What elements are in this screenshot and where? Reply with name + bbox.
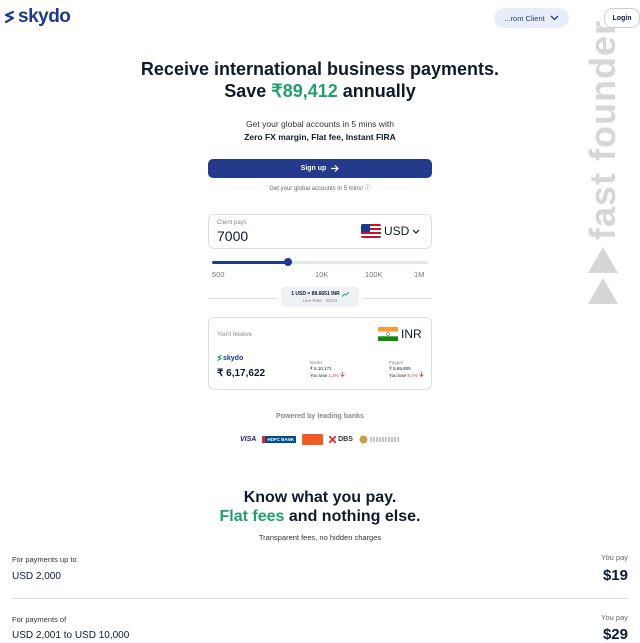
partner-bank-logo: [302, 433, 324, 445]
us-flag-icon: [361, 224, 381, 238]
powered-by-title: Powered by leading banks: [276, 413, 364, 420]
fee-divider: [12, 598, 628, 599]
chevron-down-icon: [550, 15, 559, 21]
hdfc-logo: HDFC BANK: [262, 435, 297, 443]
fees-subtitle: Transparent fees, no hidden charges: [258, 533, 382, 542]
slider-tick: 1M: [414, 270, 425, 279]
rate-divider-right: [362, 298, 432, 299]
amount-slider-handle[interactable]: [284, 258, 292, 266]
skydo-brand-text: skydo: [223, 354, 244, 362]
arrow-down-icon: [419, 372, 424, 378]
fee-pay-label: You pay: [601, 613, 628, 622]
partner-logos: VISA HDFC BANK DBS: [240, 432, 400, 446]
fee-pay-value: $29: [602, 626, 628, 643]
fees-title-green: Flat fees: [219, 508, 285, 525]
hero-sub-line1: Get your global accounts in 5 mins with: [246, 119, 394, 129]
bank-comparison: Banks ₹ 6,10,171 You lose 1.2%: [310, 360, 345, 379]
logo-text: skydo: [18, 6, 71, 27]
hero-title-line1: Receive international business payments.: [140, 59, 500, 79]
hero-title-line2: Save ₹89,412 annually: [0, 80, 640, 102]
exchange-rate-time: Live Rate · 09:03: [302, 298, 338, 303]
fee-row-range: USD 2,000: [12, 571, 61, 582]
hero-sub-line2: Zero FX margin, Flat fee, Instant FIRA: [244, 132, 396, 142]
arrow-down-icon: [340, 372, 345, 378]
visa-logo: VISA: [240, 435, 257, 443]
arrow-right-icon: [331, 165, 340, 172]
india-flag-icon: [378, 327, 398, 341]
exchange-rate-badge: 1 USD = 88.6651 INR Live Rate · 09:03: [281, 287, 359, 307]
skydo-brand-small: skydo: [217, 354, 243, 362]
fee-row-label: For payments of: [12, 615, 67, 624]
signup-button[interactable]: Sign up: [208, 159, 432, 178]
chevron-down-icon: [412, 229, 420, 234]
bank-loss: You lose 1.2%: [310, 372, 345, 379]
fees-title-rest: and nothing else.: [288, 508, 421, 525]
slider-tick: 10K: [315, 270, 329, 279]
fees-title: Know what you pay. Flat fees and nothing…: [0, 488, 640, 526]
source-currency-select[interactable]: USD: [361, 224, 420, 238]
target-currency: INR: [378, 327, 422, 341]
dbs-logo: DBS: [329, 435, 353, 443]
hero-subtitle: Get your global accounts in 5 mins with …: [0, 118, 640, 144]
slider-tick: 500: [212, 270, 225, 279]
skydo-logo-icon: [4, 10, 15, 24]
receive-label: You'll receive: [217, 332, 252, 338]
exchange-rate-text: 1 USD = 88.6651 INR: [291, 291, 340, 297]
skydo-receive-amount: ₹ 6,17,622: [217, 368, 266, 379]
client-pays-input[interactable]: 7000: [217, 228, 248, 244]
fees-title-line1: Know what you pay.: [243, 489, 397, 506]
paypal-loss: You lose 8.7%: [389, 372, 424, 379]
client-type-label: ...rom Client: [504, 13, 545, 23]
source-currency-code: USD: [384, 224, 410, 238]
skydo-logo-icon: [217, 355, 222, 361]
fee-row-label: For payments up to: [12, 555, 77, 564]
target-currency-code: INR: [401, 327, 422, 341]
fee-pay-value: $19: [602, 567, 628, 584]
hero-save: Save: [224, 81, 267, 101]
hero-title: Receive international business payments.…: [0, 58, 640, 102]
slider-tick: 100K: [365, 270, 383, 279]
amount-slider-fill: [212, 261, 288, 264]
client-pays-label: Client pays: [217, 220, 247, 226]
client-type-dropdown[interactable]: ...rom Client: [494, 8, 569, 28]
signup-hint: Get your global accounts in 5 mins! ⓘ: [269, 186, 371, 192]
paypal-comparison: Paypal ₹ 5,65,805 You lose 8.7%: [389, 360, 424, 379]
fees-title-line2: Flat fees and nothing else.: [0, 507, 640, 526]
watermark-triangle-bottom: [588, 278, 618, 304]
trend-up-icon: [341, 291, 349, 297]
seal-icon: [359, 435, 368, 443]
hero-savings-amount: ₹89,412: [271, 81, 338, 101]
hero-annually: annually: [342, 81, 416, 101]
fee-pay-label: You pay: [601, 553, 628, 562]
rate-divider-left: [208, 298, 278, 299]
dbs-mark-icon: [329, 435, 337, 443]
fee-row-range: USD 2,001 to USD 10,000: [12, 630, 130, 641]
watermark-triangle-top: [588, 247, 618, 273]
skydo-logo[interactable]: skydo: [4, 6, 71, 28]
partner-bank-seal: [359, 435, 400, 444]
signup-label: Sign up: [300, 165, 327, 172]
